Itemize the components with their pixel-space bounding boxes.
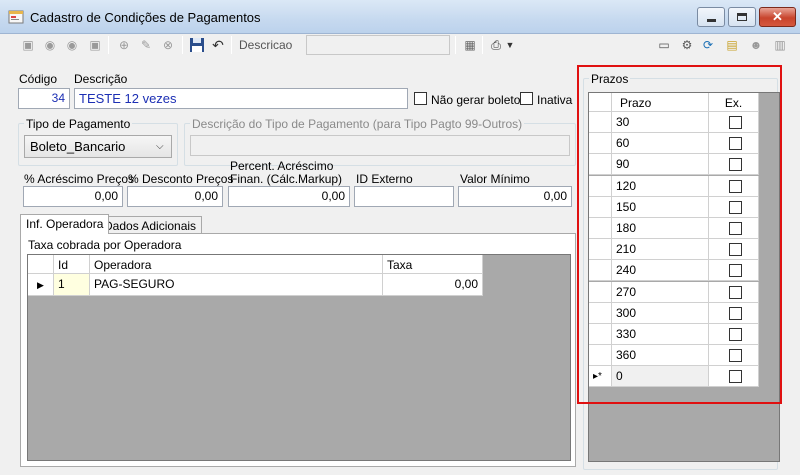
descricao-tipo-field[interactable]: [190, 135, 570, 156]
help-icon[interactable]: ▥: [772, 37, 788, 53]
table-row-cell-id[interactable]: 1: [54, 274, 90, 296]
desconto-field[interactable]: 0,00: [127, 186, 223, 207]
toolbar-separator: [182, 36, 183, 54]
toolbar-separator: [231, 36, 232, 54]
descricao-tipo-label: Descrição do Tipo de Pagamento (para Tip…: [190, 117, 525, 131]
refresh-icon[interactable]: ⟳: [700, 37, 716, 53]
delete-icon[interactable]: ⊗: [160, 37, 176, 53]
next-record-icon[interactable]: ◉: [64, 37, 80, 53]
search-field-label[interactable]: Descricao: [239, 38, 292, 52]
toolbar-separator: [455, 36, 456, 54]
toolbar-separator: [108, 36, 109, 54]
add-icon[interactable]: ⊕: [116, 37, 132, 53]
user-icon[interactable]: ☻: [748, 37, 764, 53]
tab-dados-adicionais[interactable]: Dados Adicionais: [98, 216, 203, 234]
id-externo-field[interactable]: [354, 186, 454, 207]
previous-record-icon[interactable]: ◉: [42, 37, 58, 53]
acrescimo-label: % Acréscimo Preços: [24, 172, 135, 186]
table-row-cell-taxa[interactable]: 0,00: [383, 274, 483, 296]
window-title: Cadastro de Condições de Pagamentos: [30, 10, 261, 25]
column-header-operadora[interactable]: Operadora: [90, 255, 383, 274]
desconto-label: % Desconto Preços: [128, 172, 234, 186]
acrescimo-field[interactable]: 0,00: [23, 186, 123, 207]
tab-dados-adicionais-label: Dados Adicionais: [104, 219, 197, 233]
dropdown-arrow-icon[interactable]: ▼: [505, 37, 515, 53]
tipo-pagamento-value: Boleto_Bancario: [30, 139, 126, 154]
descricao-label: Descrição: [74, 72, 128, 86]
close-button[interactable]: ✕: [759, 7, 796, 27]
codigo-label: Código: [19, 72, 58, 86]
undo-icon[interactable]: ↶: [210, 37, 226, 53]
highlight-box: [577, 65, 782, 404]
row-selector-icon[interactable]: ▶: [28, 274, 54, 296]
tab-inf-operadora-label: Inf. Operadora: [26, 217, 104, 231]
edit-icon[interactable]: ✎: [138, 37, 154, 53]
valor-minimo-field[interactable]: 0,00: [458, 186, 572, 207]
inativa-checkbox[interactable]: [520, 92, 533, 105]
descricao-field[interactable]: TESTE 12 vezes: [74, 88, 408, 109]
tipo-pagamento-select[interactable]: Boleto_Bancario: [24, 135, 172, 158]
percent-fin-label-line2: Finan. (Cálc.Markup): [230, 172, 343, 186]
codigo-field[interactable]: 34: [18, 88, 70, 109]
first-record-icon[interactable]: ▣: [20, 37, 36, 53]
column-header-id[interactable]: Id: [54, 255, 90, 274]
grid-corner: [28, 255, 54, 274]
tab-inf-operadora[interactable]: Inf. Operadora: [20, 214, 110, 234]
gear-icon[interactable]: ⚙: [679, 37, 695, 53]
close-icon: ✕: [772, 9, 783, 24]
nao-gerar-boleto-label: Não gerar boleto: [431, 93, 521, 107]
minimize-icon: [706, 18, 716, 22]
window-icon[interactable]: ▭: [656, 37, 672, 53]
maximize-button[interactable]: [728, 7, 756, 27]
app-icon: [8, 10, 24, 24]
grid-view-icon[interactable]: ▦: [462, 37, 478, 53]
column-header-taxa[interactable]: Taxa: [383, 255, 483, 274]
table-row-cell-operadora[interactable]: PAG-SEGURO: [90, 274, 383, 296]
chevron-down-icon: ⌵: [156, 141, 164, 152]
nao-gerar-boleto-checkbox[interactable]: [414, 92, 427, 105]
id-externo-label: ID Externo: [356, 172, 413, 186]
tipo-pagamento-label: Tipo de Pagamento: [24, 117, 133, 131]
operadora-section-label: Taxa cobrada por Operadora: [28, 238, 182, 252]
print-icon[interactable]: ⎙: [488, 37, 504, 53]
minimize-button[interactable]: [697, 7, 725, 27]
save-icon[interactable]: [189, 37, 205, 53]
inativa-label: Inativa: [537, 93, 573, 107]
percent-fin-label-line1: Percent. Acréscimo: [230, 159, 334, 173]
percent-fin-field[interactable]: 0,00: [228, 186, 350, 207]
toolbar-separator: [482, 36, 483, 54]
valor-minimo-label: Valor Mínimo: [460, 172, 530, 186]
maximize-icon: [737, 13, 747, 21]
note-icon[interactable]: ▤: [724, 37, 740, 53]
search-input[interactable]: [306, 35, 450, 55]
last-record-icon[interactable]: ▣: [87, 37, 103, 53]
